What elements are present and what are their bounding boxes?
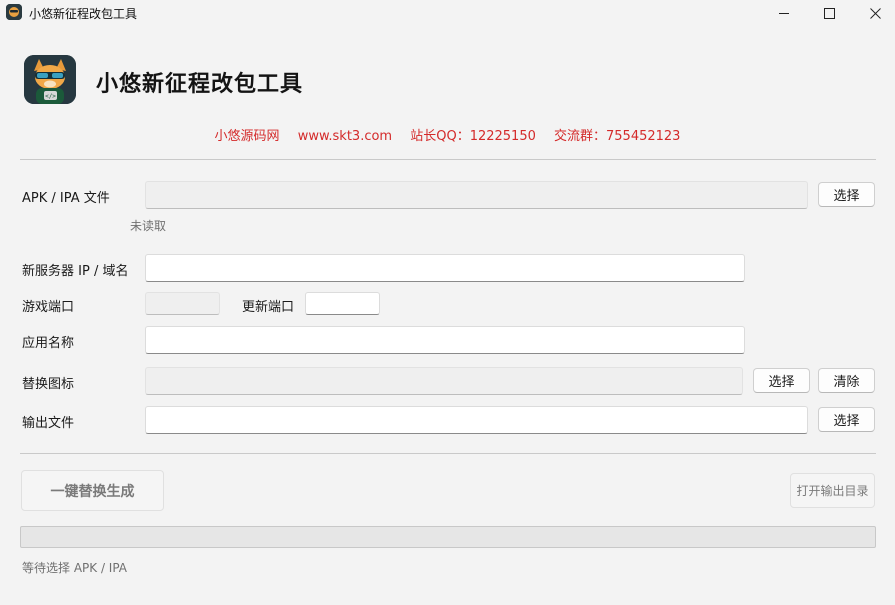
generate-button[interactable]: 一键替换生成 bbox=[21, 470, 164, 511]
apk-select-button[interactable]: 选择 bbox=[818, 182, 875, 207]
update-port-input[interactable] bbox=[305, 292, 380, 315]
game-port-label: 游戏端口 bbox=[22, 300, 75, 315]
icon-clear-button[interactable]: 清除 bbox=[818, 368, 875, 393]
apk-label: APK / IPA 文件 bbox=[22, 191, 110, 206]
maximize-icon[interactable] bbox=[806, 0, 852, 26]
apk-status: 未读取 bbox=[130, 219, 167, 233]
promo-website: www.skt3.com bbox=[297, 129, 393, 144]
app-name-label: 应用名称 bbox=[22, 336, 75, 351]
promo-qq: 站长QQ：12225150 bbox=[410, 129, 536, 144]
output-path-input[interactable] bbox=[145, 406, 808, 434]
promo-group: 交流群：755452123 bbox=[554, 129, 681, 144]
app-name-input[interactable] bbox=[145, 326, 745, 354]
divider-top bbox=[20, 159, 876, 160]
icon-select-button[interactable]: 选择 bbox=[753, 368, 810, 393]
close-icon[interactable] bbox=[852, 0, 895, 26]
game-port-field[interactable] bbox=[145, 292, 220, 315]
app-logo: </> bbox=[24, 55, 76, 104]
icon-label: 替换图标 bbox=[22, 377, 75, 392]
output-label: 输出文件 bbox=[22, 416, 75, 431]
open-output-dir-button[interactable]: 打开输出目录 bbox=[790, 473, 875, 508]
status-text: 等待选择 APK / IPA bbox=[22, 561, 128, 575]
window-title: 小悠新征程改包工具 bbox=[29, 7, 138, 21]
update-port-label: 更新端口 bbox=[242, 300, 295, 315]
icon-path-field[interactable] bbox=[145, 367, 743, 395]
server-input[interactable] bbox=[145, 254, 745, 282]
app-title: 小悠新征程改包工具 bbox=[96, 72, 304, 97]
promo-site-name: 小悠源码网 bbox=[214, 129, 280, 144]
svg-text:</>: </> bbox=[45, 93, 56, 100]
title-bar: 小悠新征程改包工具 bbox=[0, 0, 895, 26]
divider-bottom bbox=[20, 453, 876, 454]
promo-line: 小悠源码网 www.skt3.com 站长QQ：12225150 交流群：755… bbox=[0, 125, 895, 144]
output-select-button[interactable]: 选择 bbox=[818, 407, 875, 432]
server-label: 新服务器 IP / 域名 bbox=[22, 264, 129, 279]
minimize-icon[interactable] bbox=[761, 0, 807, 26]
apk-path-field[interactable] bbox=[145, 181, 808, 209]
app-icon bbox=[6, 4, 22, 20]
progress-bar bbox=[20, 526, 876, 548]
